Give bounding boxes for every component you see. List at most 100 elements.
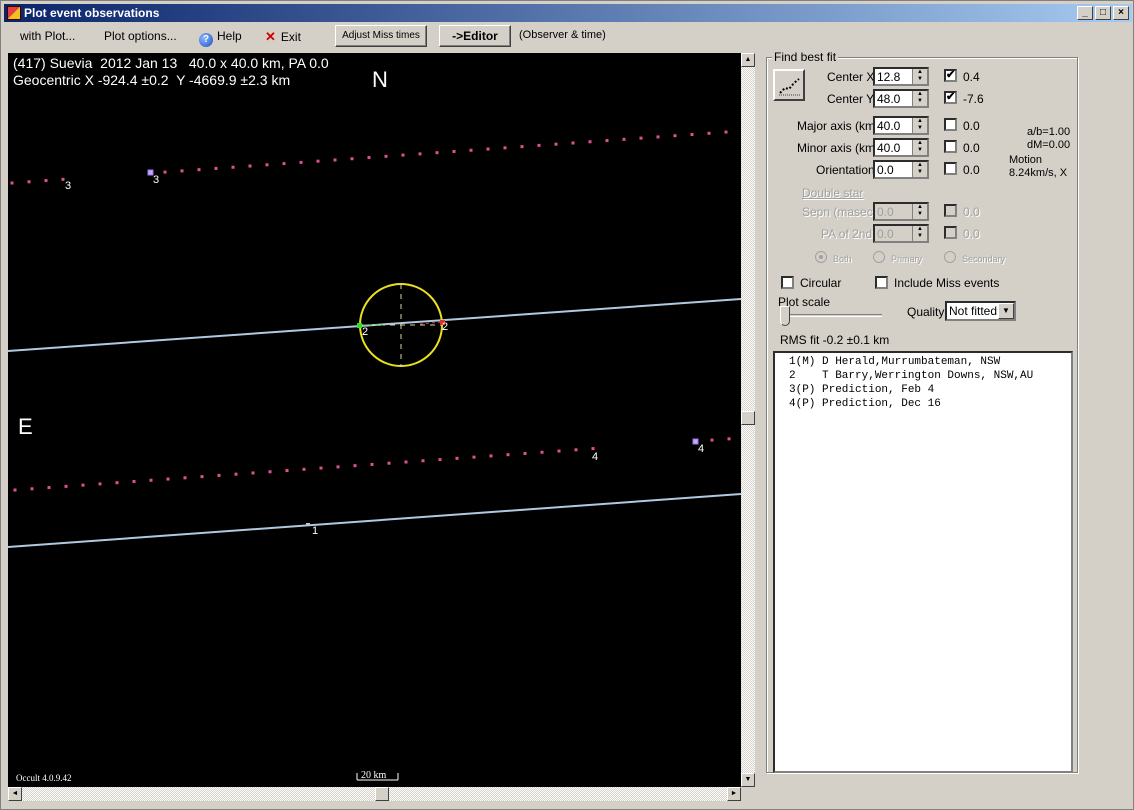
plot-graphics [8,130,741,781]
center-y-spinner[interactable]: ▲ ▼ [912,91,927,106]
menu-exit[interactable]: ✕ Exit [265,29,301,45]
sepn-input[interactable]: 0.0 ▲ ▼ [873,202,929,221]
plot-scale-track[interactable] [786,314,882,317]
fit-chart-icon [778,74,800,96]
motion-value: 8.24km/s, X [1009,167,1068,179]
prediction-dot [197,168,201,172]
prediction-dot [350,157,354,161]
center-x-spinner[interactable]: ▲ ▼ [912,69,927,84]
north-label: N [372,67,388,92]
circular-checkbox[interactable] [781,276,794,289]
prediction-dot [622,137,626,141]
minor-axis-spinner[interactable]: ▲ ▼ [912,140,927,155]
major-axis-checkbox[interactable] [944,118,957,131]
observer-list[interactable]: 1(M) D Herald,Murrumbateman, NSW 2 T Bar… [773,351,1073,773]
include-miss-checkbox[interactable] [875,276,888,289]
center-x-input[interactable]: 12.8 ▲ ▼ [873,67,929,86]
prediction-dot [251,471,255,475]
orientation-label: Orientation [816,163,875,177]
minor-axis-input[interactable]: 40.0 ▲ ▼ [873,138,929,157]
prediction-dot [384,154,388,158]
scroll-left-button[interactable]: ◄ [8,787,22,801]
prediction-dot [27,180,31,184]
observer-time-label[interactable]: (Observer & time) [519,29,606,41]
minor-axis-checkbox[interactable] [944,140,957,153]
list-item[interactable]: 1(M) D Herald,Murrumbateman, NSW [789,355,1071,369]
quality-select[interactable]: Not fitted ▼ [945,301,1016,321]
chord-label-2a: 2 [362,326,369,338]
chord-label-4b: 4 [698,443,705,455]
prediction-dot [370,462,374,466]
orientation-value: 0.0 [877,163,894,177]
sepn-value: 0.0 [877,205,894,219]
minimize-button[interactable]: _ [1077,6,1093,20]
sepn-spinner[interactable]: ▲ ▼ [912,204,927,219]
pa-2nd-checkbox[interactable] [944,226,957,239]
list-item[interactable]: 3(P) Prediction, Feb 4 [789,383,1071,397]
plot-canvas[interactable]: (417) Suevia 2012 Jan 13 40.0 x 40.0 km,… [8,53,741,787]
center-x-checkbox[interactable]: ✔ [944,69,957,82]
title-bar: Plot event observations _ □ × [4,4,1132,22]
scroll-right-button[interactable]: ► [727,787,741,801]
prediction-dot [727,437,731,441]
adjust-miss-times-button[interactable]: Adjust Miss times [335,25,427,47]
prediction-dot [353,464,357,468]
center-y-result: -7.6 [963,92,984,106]
prediction-dot [421,459,425,463]
menu-plot-options[interactable]: Plot options... [104,29,177,43]
prediction-dot [554,142,558,146]
prediction-dot [435,151,439,155]
window-title: Plot event observations [24,6,160,20]
center-y-checkbox[interactable]: ✔ [944,91,957,104]
orientation-checkbox[interactable] [944,162,957,175]
prediction-dot [605,139,609,143]
list-item[interactable]: 2 T Barry,Werrington Downs, NSW,AU [789,369,1071,383]
plot-window: Plot event observations _ □ × with Plot.… [0,0,1134,810]
vertical-scroll-thumb[interactable] [741,411,755,425]
prediction-dot [418,152,422,156]
pa-2nd-spinner[interactable]: ▲ ▼ [912,226,927,241]
pa-2nd-input[interactable]: 0.0 ▲ ▼ [873,224,929,243]
plot-vertical-scrollbar[interactable]: ▲ ▼ [741,53,755,787]
close-button[interactable]: × [1113,6,1129,20]
help-label: Help [217,29,242,43]
chord-line-1 [8,493,741,548]
plot-horizontal-scrollbar[interactable]: ◄ ► [8,787,741,801]
chevron-down-icon[interactable]: ▼ [998,303,1014,319]
prediction-dot [523,451,527,455]
orientation-input[interactable]: 0.0 ▲ ▼ [873,160,929,179]
major-axis-input[interactable]: 40.0 ▲ ▼ [873,116,929,135]
major-axis-spinner[interactable]: ▲ ▼ [912,118,927,133]
rms-fit-label: RMS fit -0.2 ±0.1 km [780,333,890,347]
horizontal-scroll-thumb[interactable] [375,787,389,801]
center-y-value: 48.0 [877,92,901,106]
radio-both[interactable] [815,251,827,263]
list-item[interactable]: 4(P) Prediction, Dec 16 [789,397,1071,411]
chord-1-marker [306,523,310,526]
scroll-up-button[interactable]: ▲ [741,53,755,67]
east-label: E [18,414,33,439]
scroll-down-button[interactable]: ▼ [741,773,755,787]
plot-scale-slider[interactable] [780,306,790,326]
prediction-dot [265,163,269,167]
radio-secondary[interactable] [944,251,956,263]
menu-with-plot[interactable]: with Plot... [20,29,75,43]
fit-button[interactable] [773,69,805,101]
editor-button[interactable]: ->Editor [439,25,511,47]
prediction-dot [571,141,575,145]
maximize-button[interactable]: □ [1095,6,1111,20]
center-y-input[interactable]: 48.0 ▲ ▼ [873,89,929,108]
orientation-spinner[interactable]: ▲ ▼ [912,162,927,177]
minor-axis-result: 0.0 [963,141,980,155]
prediction-dot [520,145,524,149]
plot-header-line2: Geocentric X -924.4 ±0.2 Y -4669.9 ±2.3 … [13,72,291,88]
prediction-dot [166,477,170,481]
sepn-checkbox[interactable] [944,204,957,217]
prediction-dot [115,481,119,485]
prediction-dot [214,166,218,170]
minor-axis-value: 40.0 [877,141,901,155]
menu-help[interactable]: ? Help [199,29,242,47]
prediction-dot [10,181,14,185]
center-y-label: Center Y [827,92,875,106]
radio-primary[interactable] [873,251,885,263]
